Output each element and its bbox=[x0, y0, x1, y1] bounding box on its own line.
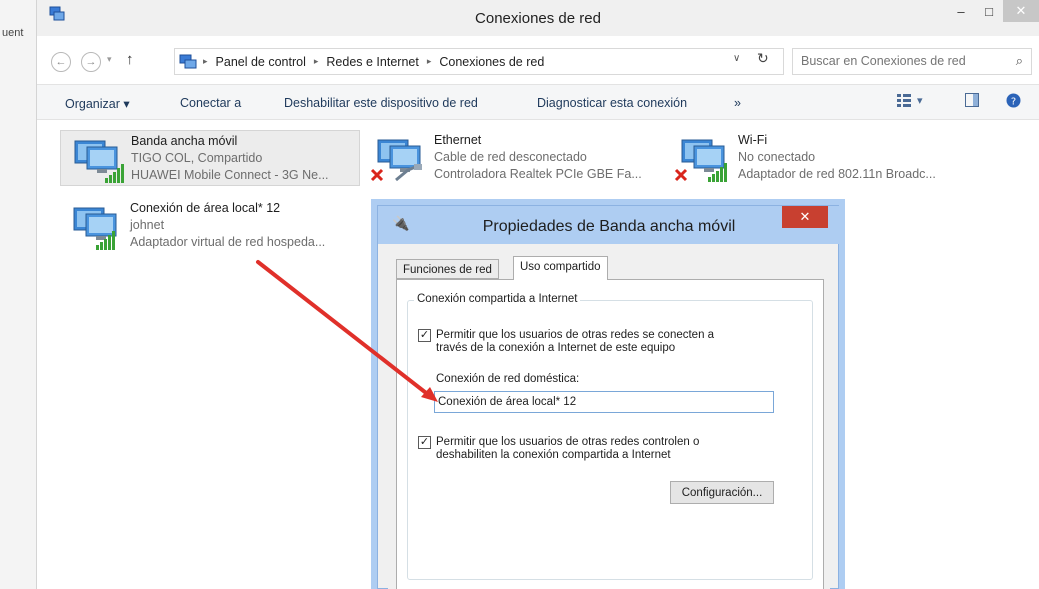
allow-connect-label[interactable]: Permitir que los usuarios de otras redes… bbox=[436, 329, 714, 355]
address-row: ← → ▾ ↑ ▸ Panel de control ▸ Redes e Int… bbox=[37, 44, 1039, 78]
connection-status: Cable de red desconectado bbox=[434, 150, 587, 164]
dialog-title: Propiedades de Banda ancha móvil bbox=[482, 218, 736, 235]
home-network-label: Conexión de red doméstica: bbox=[436, 373, 580, 385]
organize-menu[interactable]: Organizar ▾ bbox=[65, 96, 130, 111]
disable-device-button[interactable]: Deshabilitar este dispositivo de red bbox=[284, 96, 478, 110]
address-bar[interactable]: ▸ Panel de control ▸ Redes e Internet ▸ … bbox=[174, 48, 784, 75]
signal-bars-icon bbox=[708, 163, 727, 182]
connection-name: Banda ancha móvil bbox=[131, 134, 238, 148]
connection-name: Conexión de área local* 12 bbox=[130, 201, 281, 215]
allow-connect-checkbox[interactable]: ✓ bbox=[418, 329, 431, 342]
group-title: Conexión compartida a Internet bbox=[414, 293, 581, 305]
connection-item-mobile-broadband[interactable]: Banda ancha móvil TIGO COL, Compartido H… bbox=[60, 130, 360, 186]
dialog-title-bar[interactable]: 🔌 Propiedades de Banda ancha móvil ✕ bbox=[378, 206, 840, 244]
breadcrumb-separator[interactable]: ▸ bbox=[314, 56, 319, 67]
connection-item-local-area-12[interactable]: Conexión de área local* 12 johnet Adapta… bbox=[60, 198, 360, 254]
disconnected-x-icon bbox=[370, 168, 384, 182]
connection-name: Wi-Fi bbox=[738, 133, 768, 147]
svg-text:?: ? bbox=[1011, 97, 1016, 108]
preview-pane-icon[interactable] bbox=[965, 93, 979, 110]
tab-networking[interactable]: Funciones de red bbox=[396, 259, 499, 279]
more-commands-button[interactable]: » bbox=[734, 96, 741, 110]
help-icon[interactable]: ? bbox=[1006, 93, 1021, 111]
allow-control-label-line1: Permitir que los usuarios de otras redes… bbox=[436, 436, 700, 448]
background-window-strip[interactable]: uent bbox=[0, 0, 37, 589]
back-button[interactable]: ← bbox=[51, 52, 71, 72]
forward-button[interactable]: → bbox=[81, 52, 101, 72]
tab-sharing[interactable]: Uso compartido bbox=[513, 256, 608, 280]
connection-name: Ethernet bbox=[434, 133, 482, 147]
search-input[interactable] bbox=[801, 54, 1001, 68]
close-button[interactable]: ✕ bbox=[1003, 0, 1039, 22]
view-options-dropdown[interactable]: ▾ bbox=[917, 94, 923, 107]
sharing-tab-panel: Conexión compartida a Internet ✓ Permiti… bbox=[396, 279, 824, 589]
breadcrumb-separator[interactable]: ▸ bbox=[427, 56, 432, 67]
dialog-body: Funciones de red Uso compartido Conexión… bbox=[388, 250, 830, 589]
breadcrumb-control-panel[interactable]: Panel de control bbox=[216, 55, 306, 69]
command-bar: Organizar ▾ Conectar a Deshabilitar este… bbox=[37, 84, 1039, 120]
refresh-button[interactable]: ↻ bbox=[757, 50, 769, 67]
settings-button[interactable]: Configuración... bbox=[670, 481, 774, 504]
ethernet-cable-icon bbox=[395, 164, 422, 182]
allow-connect-label-line1: Permitir que los usuarios de otras redes… bbox=[436, 329, 715, 341]
connection-item-wifi[interactable]: Wi-Fi No conectado Adaptador de red 802.… bbox=[668, 130, 968, 186]
window-title: Conexiones de red bbox=[475, 10, 601, 27]
signal-bars-icon bbox=[105, 164, 124, 183]
breadcrumb-network-internet[interactable]: Redes e Internet bbox=[326, 55, 418, 69]
up-button[interactable]: ↑ bbox=[126, 51, 134, 68]
address-dropdown-button[interactable]: ∨ bbox=[733, 53, 740, 64]
allow-control-checkbox[interactable]: ✓ bbox=[418, 436, 431, 449]
breadcrumb-separator: ▸ bbox=[203, 56, 208, 66]
diagnose-connection-button[interactable]: Diagnosticar esta conexión bbox=[537, 96, 687, 110]
control-panel-icon bbox=[179, 54, 197, 68]
signal-bars-icon bbox=[96, 231, 115, 250]
connection-item-ethernet[interactable]: Ethernet Cable de red desconectado Contr… bbox=[364, 130, 664, 186]
connection-adapter: Adaptador virtual de red hospeda... bbox=[130, 235, 326, 249]
connect-to-button[interactable]: Conectar a bbox=[180, 96, 241, 110]
home-network-field[interactable] bbox=[434, 391, 774, 413]
internet-sharing-group: Conexión compartida a Internet ✓ Permiti… bbox=[407, 293, 813, 580]
allow-control-label[interactable]: Permitir que los usuarios de otras redes… bbox=[436, 436, 699, 462]
search-icon[interactable]: ⌕ bbox=[1016, 53, 1023, 69]
search-box[interactable]: ⌕ bbox=[792, 48, 1032, 75]
change-view-icon[interactable] bbox=[897, 93, 911, 110]
connection-status: johnet bbox=[130, 218, 165, 232]
recent-locations-dropdown[interactable]: ▾ bbox=[107, 54, 112, 65]
connection-adapter: Adaptador de red 802.11n Broadc... bbox=[738, 167, 936, 181]
connection-status: No conectado bbox=[738, 150, 816, 164]
minimize-button[interactable]: – bbox=[947, 0, 975, 22]
connection-adapter: Controladora Realtek PCIe GBE Fa... bbox=[434, 167, 642, 181]
connection-adapter: HUAWEI Mobile Connect - 3G Ne... bbox=[131, 168, 329, 182]
breadcrumb-network-connections[interactable]: Conexiones de red bbox=[439, 55, 544, 69]
disconnected-x-icon bbox=[674, 168, 688, 182]
dialog-close-button[interactable]: ✕ bbox=[782, 206, 828, 228]
title-bar[interactable]: Conexiones de red – □ ✕ bbox=[37, 0, 1039, 36]
allow-control-label-line2: deshabiliten la conexión compartida a In… bbox=[436, 449, 671, 461]
allow-connect-label-line2: través de la conexión a Internet de este… bbox=[436, 342, 676, 354]
background-window-text: uent bbox=[2, 27, 24, 39]
properties-dialog: 🔌 Propiedades de Banda ancha móvil ✕ Fun… bbox=[377, 205, 840, 589]
maximize-button[interactable]: □ bbox=[975, 0, 1003, 22]
connection-status: TIGO COL, Compartido bbox=[131, 151, 263, 165]
